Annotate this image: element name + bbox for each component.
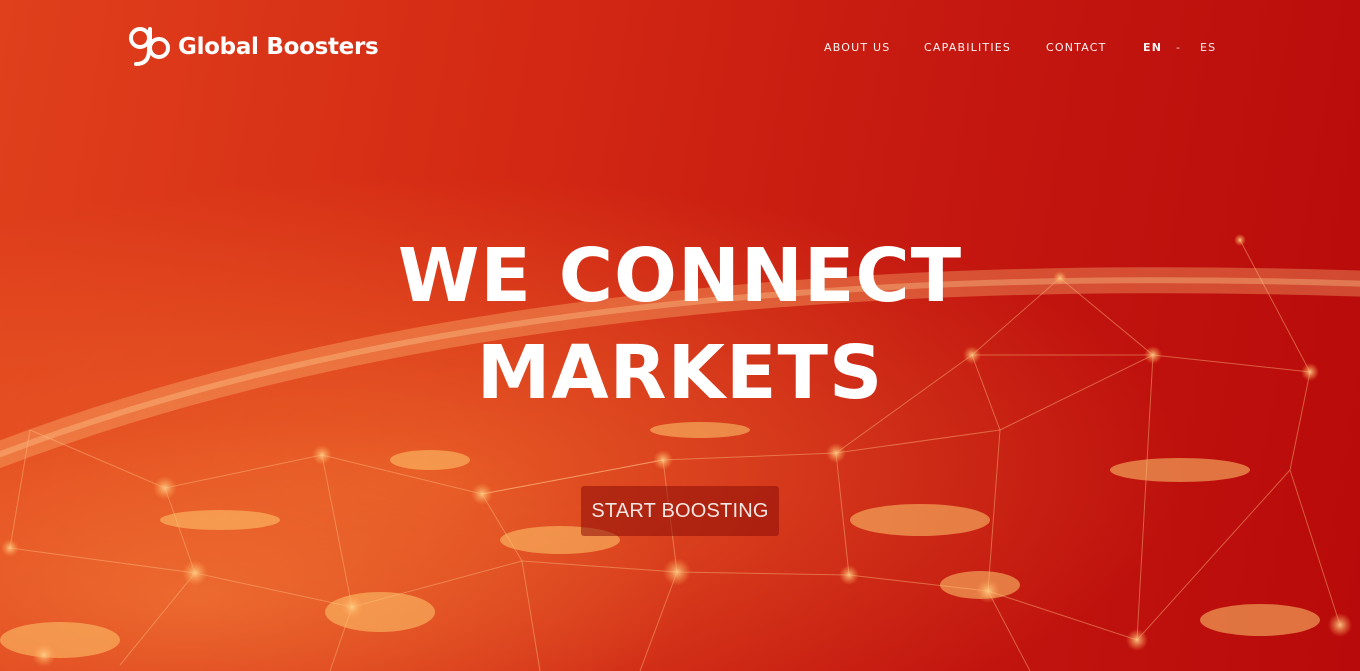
nav-capabilities[interactable]: CAPABILITIES: [924, 40, 1011, 56]
language-es[interactable]: ES: [1200, 40, 1216, 56]
nav-contact[interactable]: CONTACT: [1046, 40, 1107, 56]
hero-headline-line-2: MARKETS: [476, 330, 884, 416]
top-navbar: Global Boosters ABOUT US CAPABILITIES CO…: [0, 0, 1360, 96]
nav-about-us[interactable]: ABOUT US: [824, 40, 890, 56]
hero-headline: WE CONNECT MARKETS: [0, 228, 1360, 422]
hero-section: Global Boosters ABOUT US CAPABILITIES CO…: [0, 0, 1360, 671]
start-boosting-button[interactable]: START BOOSTING: [581, 486, 779, 536]
language-separator: -: [1176, 41, 1182, 54]
hero-headline-line-1: WE CONNECT: [397, 233, 963, 319]
main-nav: ABOUT US CAPABILITIES CONTACT EN - ES: [0, 40, 1360, 56]
language-en[interactable]: EN: [1143, 40, 1162, 56]
